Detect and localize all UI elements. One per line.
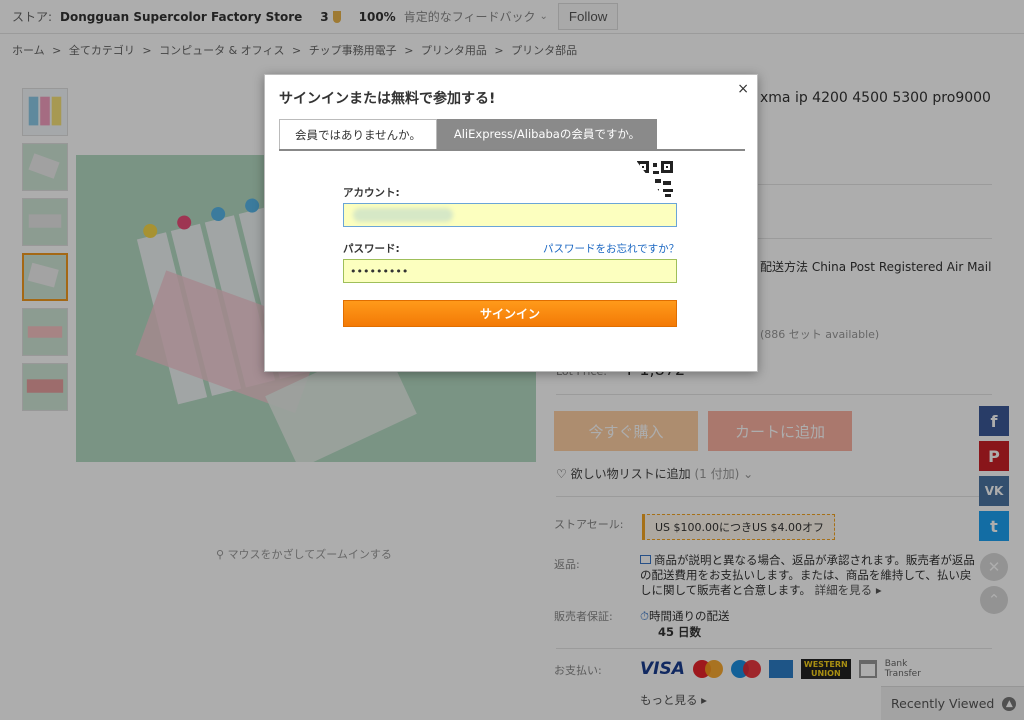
- signin-tabs: 会員ではありませんか。 AliExpress/Alibabaの会員ですか。: [279, 119, 745, 151]
- account-label: アカウント:: [343, 187, 400, 199]
- tab-member-signin[interactable]: AliExpress/Alibabaの会員ですか。: [437, 119, 657, 149]
- modal-title: サインインまたは無料で参加する!: [279, 91, 496, 107]
- tab-register[interactable]: 会員ではありませんか。: [279, 119, 437, 149]
- password-label: パスワード:: [343, 243, 400, 255]
- blurred-account-value: [353, 208, 453, 222]
- password-input[interactable]: [343, 259, 677, 283]
- signin-modal: サインインまたは無料で参加する! × 会員ではありませんか。 AliExpres…: [264, 74, 758, 372]
- close-icon[interactable]: ×: [737, 81, 749, 97]
- forgot-password-link[interactable]: パスワードをお忘れですか？: [543, 241, 679, 256]
- signin-button[interactable]: サインイン: [343, 300, 677, 327]
- qr-code-icon[interactable]: [635, 159, 675, 199]
